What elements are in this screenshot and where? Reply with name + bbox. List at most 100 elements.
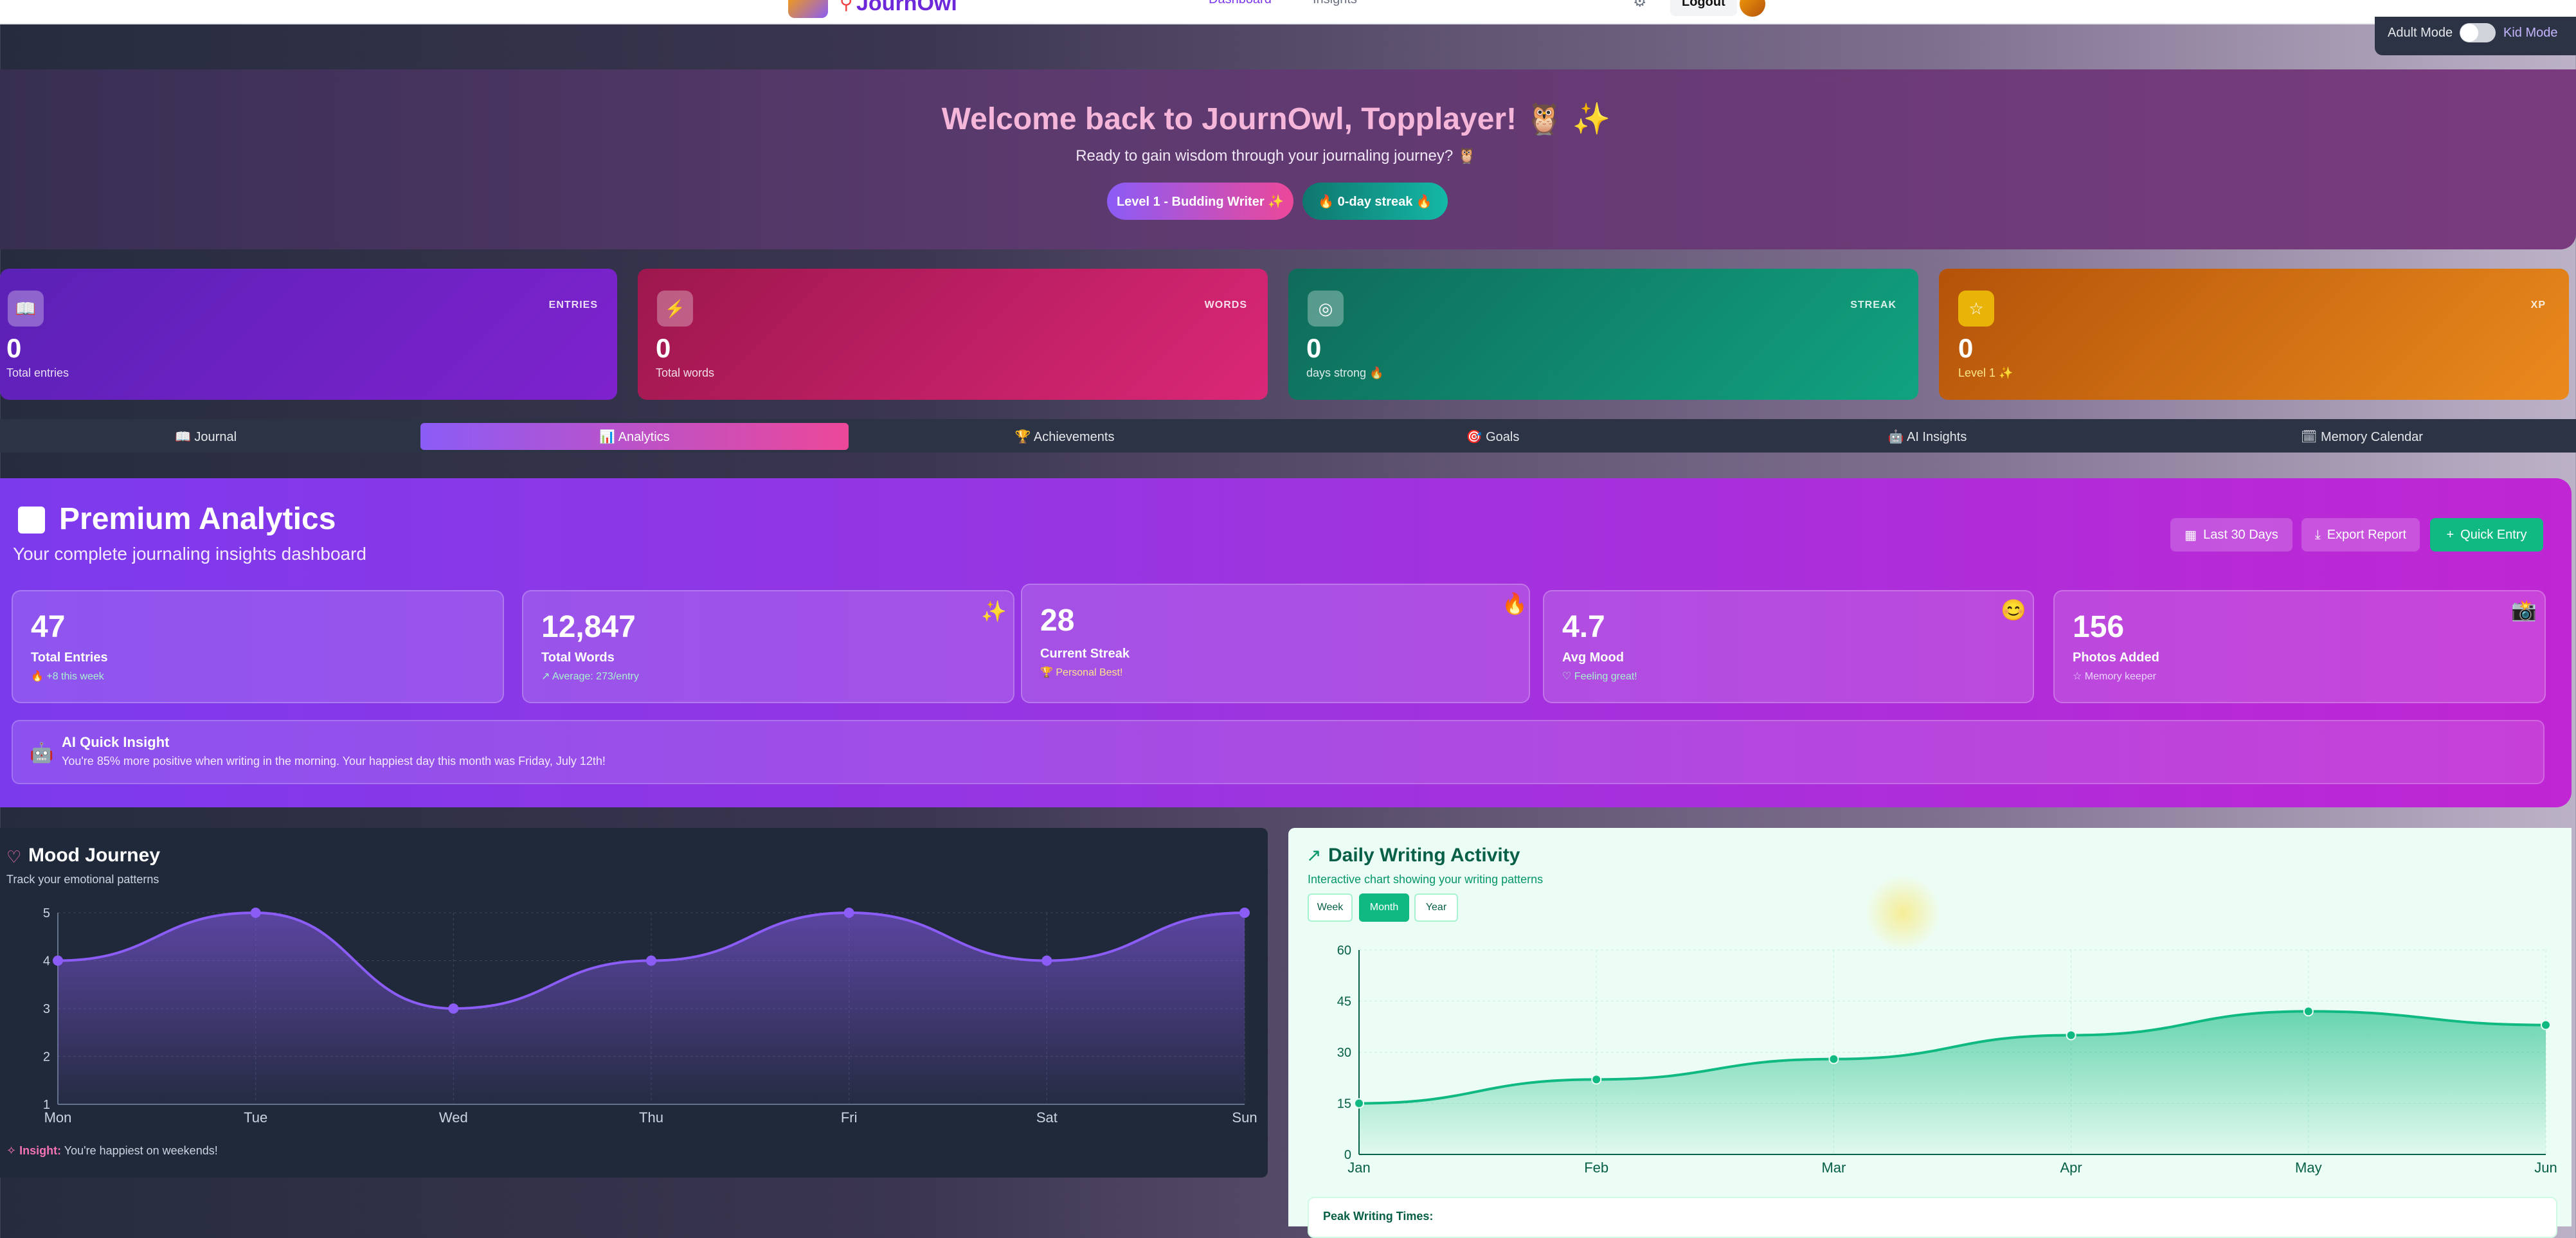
- tab-memory-calendar[interactable]: 🗓 Memory Calendar: [2150, 423, 2574, 450]
- data-point: [448, 1003, 459, 1014]
- x-tick-label: Tue: [244, 1109, 267, 1126]
- top-nav: [0, 0, 2576, 24]
- data-point: [250, 908, 261, 918]
- x-tick-label: Fri: [841, 1109, 858, 1126]
- writing-subtitle: Interactive chart showing your writing p…: [1308, 873, 1544, 886]
- tab-analytics[interactable]: 📊 Analytics: [420, 423, 849, 450]
- x-tick-label: Feb: [1584, 1160, 1608, 1176]
- data-point: [1828, 1054, 1839, 1064]
- stat-label: XP: [2530, 300, 2546, 310]
- peak-times-label: Peak Writing Times:: [1323, 1210, 1434, 1223]
- x-tick-label: Wed: [439, 1109, 468, 1126]
- writing-title: Daily Writing Activity: [1328, 845, 1520, 866]
- brand-name[interactable]: JournOwl: [856, 0, 957, 16]
- data-point: [2303, 1006, 2314, 1017]
- pin-icon: ⚲: [840, 0, 853, 13]
- stat-card-xp: [1939, 269, 2569, 400]
- metric-trend: ↗ Average: 273/entry: [541, 671, 639, 682]
- download-icon: ⤓: [2314, 527, 2321, 542]
- writing-chart: 015304560Jan Feb Mar Apr May Jun: [1337, 944, 2557, 1176]
- data-point: [1591, 1074, 1602, 1085]
- mode-switch-knob[interactable]: [2460, 24, 2478, 42]
- ai-insight-title: AI Quick Insight: [62, 734, 170, 750]
- y-tick-label: 45: [1337, 995, 1351, 1009]
- gear-icon[interactable]: ⚙: [1633, 0, 1647, 11]
- book-icon: 📖: [8, 291, 44, 327]
- tab-achievements[interactable]: 🏆 Achievements: [858, 423, 1272, 450]
- stat-value: 0: [1958, 333, 1974, 363]
- stat-caption: Total entries: [6, 366, 69, 379]
- x-tick-label: Jan: [1347, 1160, 1370, 1176]
- metric-trend: 🏆 Personal Best!: [1040, 667, 1123, 678]
- metric-label: Total Words: [541, 650, 615, 665]
- data-point: [646, 955, 656, 966]
- x-tick-label: Apr: [2060, 1160, 2082, 1176]
- stat-value: 0: [1306, 333, 1322, 363]
- logo[interactable]: [788, 0, 828, 18]
- y-tick-label: 3: [43, 1002, 50, 1016]
- mood-insight-text: You're happiest on weekends!: [61, 1144, 218, 1157]
- nav-insights[interactable]: Insights: [1313, 0, 1357, 7]
- stat-value: 0: [656, 333, 671, 363]
- data-point: [1041, 955, 1052, 966]
- welcome-title: Welcome back to JournOwl, Topplayer! 🦉 ✨: [941, 102, 1611, 136]
- x-tick-label: Thu: [639, 1109, 663, 1126]
- date-range-label: Last 30 Days: [2203, 527, 2278, 542]
- mood-insight-label: Insight:: [19, 1144, 62, 1157]
- series-area: [58, 913, 1245, 1104]
- stat-card-words: [638, 269, 1268, 400]
- export-report-button[interactable]: ⤓ Export Report: [2301, 518, 2420, 552]
- metric-trend: 🔥 +8 this week: [31, 671, 104, 682]
- data-point: [1239, 908, 1250, 918]
- metric-value: 12,847: [541, 610, 636, 644]
- target-icon: ◎: [1308, 291, 1344, 327]
- calendar-icon: ▦: [2184, 528, 2197, 543]
- tab-journal[interactable]: 📖 Journal: [0, 423, 411, 450]
- trending-up-icon: ↗: [1306, 845, 1322, 865]
- heart-icon: ♡: [6, 847, 22, 866]
- premium-title: Premium Analytics: [59, 502, 336, 536]
- robot-icon: 🤖: [30, 742, 54, 764]
- kid-mode-label: Kid Mode: [2503, 26, 2558, 40]
- date-range-button[interactable]: ▦ Last 30 Days: [2170, 518, 2292, 552]
- data-point: [2066, 1030, 2076, 1041]
- analytics-icon: [18, 507, 45, 534]
- metric-value: 28: [1040, 604, 1075, 638]
- level-badge[interactable]: Level 1 - Budding Writer ✨: [1107, 183, 1293, 220]
- camera-icon: 📸: [2511, 598, 2537, 622]
- y-tick-label: 30: [1337, 1046, 1351, 1060]
- peak-times-card: [1308, 1197, 2557, 1238]
- metric-card-mood: [1543, 590, 2034, 703]
- ai-insight-card: [12, 720, 2544, 784]
- stat-label: STREAK: [1850, 300, 1896, 310]
- stat-value: 0: [6, 333, 22, 363]
- nav-dashboard[interactable]: Dashboard: [1209, 0, 1272, 7]
- quick-entry-button[interactable]: + Quick Entry: [2430, 518, 2543, 552]
- stat-label: ENTRIES: [548, 300, 598, 310]
- year-button[interactable]: Year: [1414, 893, 1458, 922]
- y-tick-label: 15: [1337, 1097, 1351, 1111]
- stat-label: WORDS: [1204, 300, 1247, 310]
- y-tick-label: 4: [43, 955, 50, 969]
- premium-subtitle: Your complete journaling insights dashbo…: [13, 544, 366, 564]
- stat-caption: Level 1 ✨: [1958, 366, 2013, 379]
- export-label: Export Report: [2327, 527, 2407, 542]
- logout-button[interactable]: Logout: [1670, 0, 1737, 16]
- lightning-icon: ⚡: [657, 291, 693, 327]
- tab-ai-insights[interactable]: 🤖 AI Insights: [1714, 423, 2141, 450]
- welcome-subtitle: Ready to gain wisdom through your journa…: [1076, 147, 1477, 165]
- stat-card-streak: [1288, 269, 1918, 400]
- metric-label: Current Streak: [1040, 647, 1130, 661]
- month-button[interactable]: Month: [1359, 893, 1409, 922]
- x-tick-label: Mar: [1821, 1160, 1846, 1176]
- x-tick-label: Mon: [44, 1109, 72, 1126]
- y-tick-label: 2: [43, 1050, 50, 1064]
- data-point: [53, 955, 63, 966]
- data-point: [843, 908, 854, 918]
- streak-badge[interactable]: 🔥 0-day streak 🔥: [1302, 183, 1448, 220]
- ai-insight-text: You're 85% more positive when writing in…: [62, 755, 606, 767]
- stat-caption: days strong 🔥: [1306, 366, 1384, 379]
- week-button[interactable]: Week: [1308, 893, 1353, 922]
- tab-goals[interactable]: 🎯 Goals: [1281, 423, 1705, 450]
- metric-label: Total Entries: [31, 650, 108, 665]
